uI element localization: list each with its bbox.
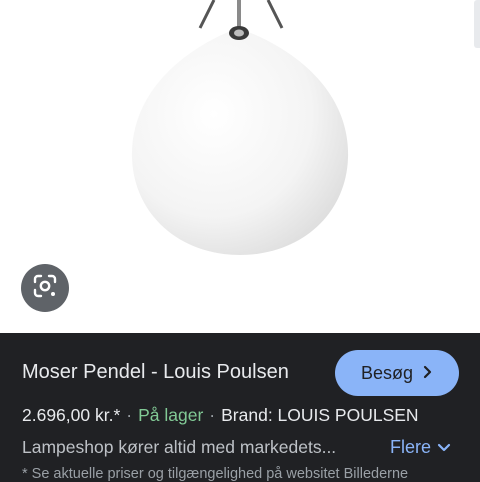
next-image-edge[interactable] (474, 0, 480, 48)
more-button[interactable]: Flere (390, 437, 451, 458)
visit-button[interactable]: Besøg (335, 350, 459, 396)
availability-status: På lager (138, 405, 204, 425)
more-button-label: Flere (390, 437, 432, 457)
price: 2.696,00 kr.* (22, 405, 121, 425)
product-description: Lampeshop kører altid med markedets... (22, 437, 337, 457)
product-meta: 2.696,00 kr.* · På lager · Brand: LOUIS POUL… (22, 405, 419, 426)
separator-dot: · (126, 405, 133, 425)
chevron-right-icon (423, 363, 433, 384)
product-title[interactable]: Moser Pendel - Louis Poulsen (22, 361, 289, 384)
brand: Brand: LOUIS POULSEN (221, 405, 419, 425)
separator-dot: · (209, 405, 216, 425)
product-image[interactable] (0, 0, 480, 333)
chevron-down-icon (437, 437, 451, 458)
google-lens-icon (32, 273, 58, 304)
pendant-lamp-image (131, 0, 349, 255)
google-lens-button[interactable] (21, 264, 69, 312)
visit-button-label: Besøg (360, 362, 414, 383)
